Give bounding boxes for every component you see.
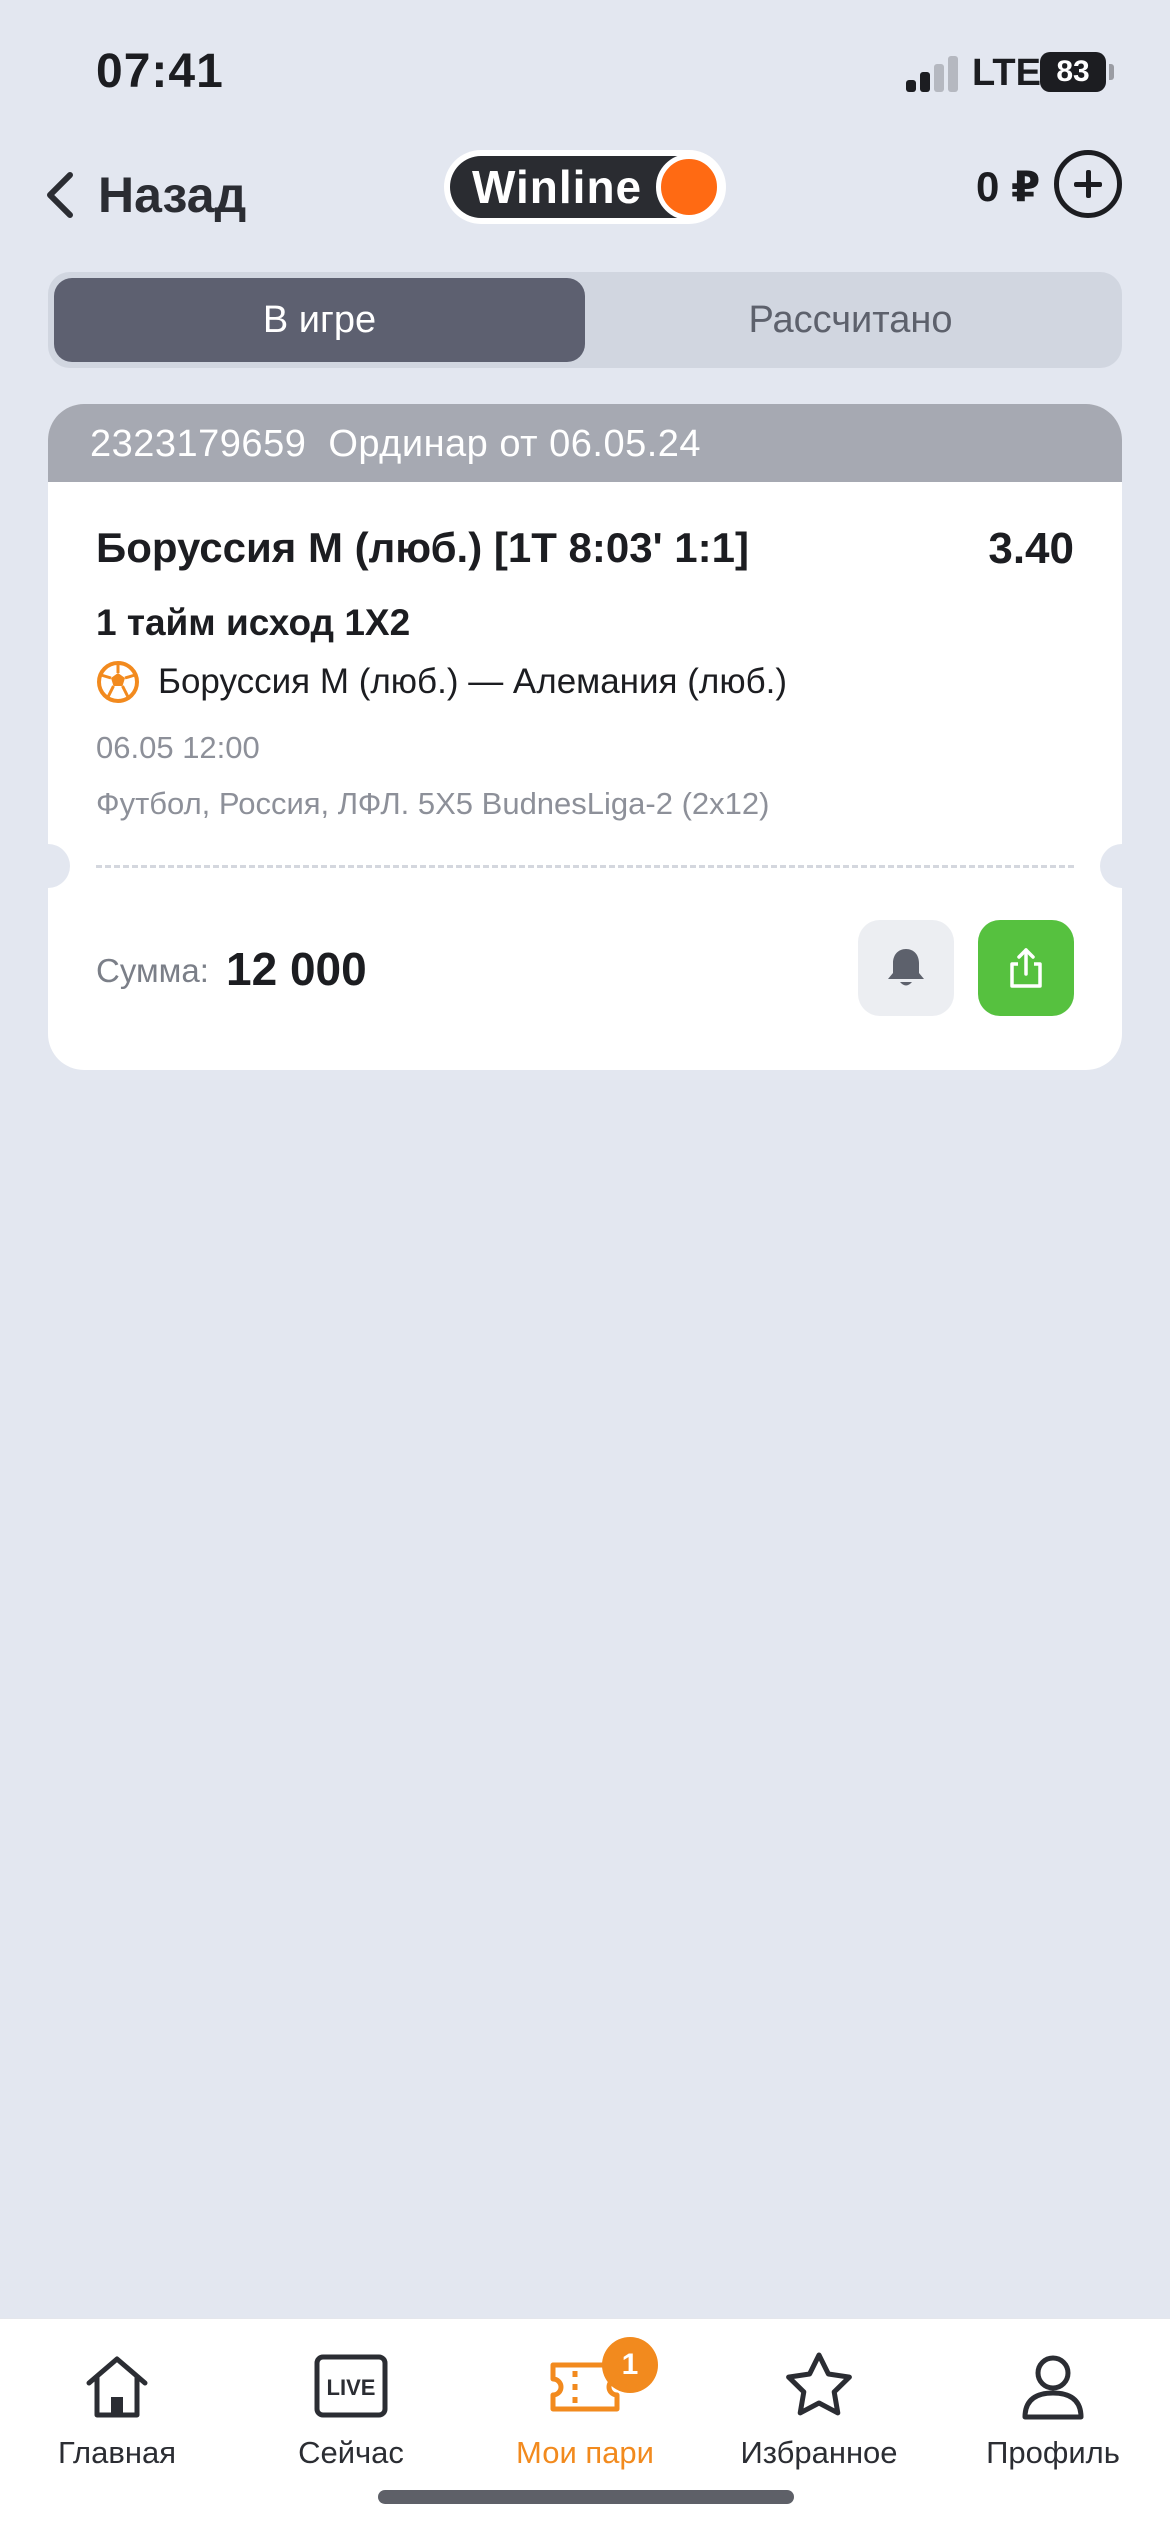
- bet-status-tabs: В игре Рассчитано: [48, 272, 1122, 368]
- home-indicator: [378, 2490, 794, 2504]
- battery-icon: 83: [1040, 52, 1106, 92]
- back-button[interactable]: Назад: [40, 150, 246, 240]
- nav-my-bets[interactable]: 1 Мои пари: [468, 2337, 702, 2487]
- league: Футбол, Россия, ЛФЛ. 5X5 BudnesLiga-2 (2…: [96, 786, 770, 821]
- logo-text: Winline: [472, 161, 643, 213]
- notify-button[interactable]: [858, 920, 954, 1016]
- logo-dot: [656, 154, 722, 220]
- match-datetime: 06.05 12:00: [96, 730, 260, 765]
- share-button[interactable]: [978, 920, 1074, 1016]
- status-bar: 07:41 LTE 83: [0, 0, 1170, 140]
- bet-market: 1 тайм исход 1Х2: [96, 602, 411, 643]
- nav-profile[interactable]: Профиль: [936, 2347, 1170, 2487]
- bet-type: Ординар от 06.05.24: [328, 423, 702, 465]
- battery-nub: [1109, 64, 1114, 80]
- chevron-left-icon: [47, 172, 73, 218]
- bet-card[interactable]: 2323179659 Ординар от 06.05.24 Боруссия М…: [48, 404, 1122, 1070]
- live-icon-text: LIVE: [327, 2375, 376, 2400]
- network-type: LTE: [972, 52, 1041, 94]
- nav-live[interactable]: LIVE Сейчас: [234, 2347, 468, 2487]
- sum-value: 12 000: [226, 943, 367, 995]
- nav-favorites[interactable]: Избранное: [702, 2347, 936, 2487]
- balance[interactable]: 0 ₽: [976, 162, 1040, 211]
- bet-id: 2323179659: [90, 423, 307, 465]
- dashed-divider: [96, 865, 1074, 868]
- soccer-ball-icon: [97, 661, 139, 703]
- match-line: Боруссия М (люб.) — Алемания (люб.): [96, 660, 787, 704]
- signal-icon: [906, 56, 958, 92]
- home-icon: [86, 2356, 148, 2418]
- winline-logo: Winline: [444, 150, 726, 224]
- nav-home-label: Главная: [58, 2435, 176, 2470]
- tab-in-play[interactable]: В игре: [54, 278, 585, 362]
- bet-odds: 3.40: [988, 524, 1074, 573]
- event-title: Боруссия М (люб.) [1Т 8:03' 1:1]: [96, 524, 749, 571]
- nav-favorites-label: Избранное: [740, 2435, 898, 2470]
- add-funds-plus-icon[interactable]: [1054, 150, 1122, 218]
- star-icon: [786, 2352, 852, 2416]
- bet-card-header: 2323179659 Ординар от 06.05.24: [48, 404, 1122, 482]
- live-icon: LIVE: [314, 2354, 388, 2418]
- my-bets-badge: 1: [602, 2337, 658, 2393]
- ticket-notch-left: [48, 844, 70, 888]
- ticket-notch-right: [1100, 844, 1122, 888]
- share-icon: [1010, 948, 1042, 988]
- back-label: Назад: [98, 167, 247, 223]
- nav-home[interactable]: Главная: [0, 2347, 234, 2487]
- nav-live-label: Сейчас: [298, 2435, 404, 2470]
- header: Назад Winline 0 ₽: [0, 140, 1170, 260]
- status-time: 07:41: [96, 45, 224, 98]
- match-teams: Боруссия М (люб.) — Алемания (люб.): [158, 662, 787, 701]
- user-icon: [1022, 2355, 1084, 2420]
- bell-icon: [888, 949, 924, 986]
- nav-my-bets-label: Мои пари: [516, 2435, 654, 2470]
- nav-profile-label: Профиль: [986, 2435, 1120, 2470]
- sum-label: Сумма:: [96, 952, 209, 989]
- tab-settled[interactable]: Рассчитано: [585, 278, 1116, 362]
